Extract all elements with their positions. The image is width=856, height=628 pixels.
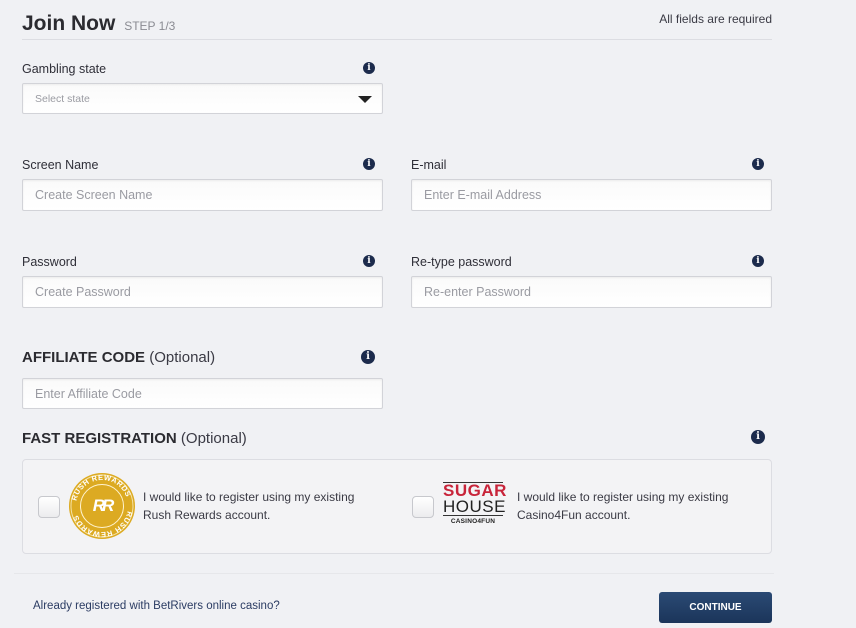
email-label: E-mail: [411, 158, 447, 172]
caret-down-icon: [358, 96, 372, 103]
casino4fun-text: CASINO4FUN: [450, 518, 496, 525]
casino4fun-option-text[interactable]: I would like to register using my existi…: [517, 488, 728, 524]
password-label: Password: [22, 255, 77, 269]
info-icon[interactable]: i: [361, 350, 375, 364]
info-icon[interactable]: i: [752, 255, 764, 267]
house-text: HOUSE: [443, 497, 506, 516]
required-note: All fields are required: [659, 12, 772, 26]
gambling-state-select[interactable]: Select state: [22, 83, 383, 114]
info-icon[interactable]: i: [363, 62, 375, 74]
option-text-line: Rush Rewards account.: [143, 508, 271, 522]
info-icon[interactable]: i: [363, 255, 375, 267]
info-icon[interactable]: i: [752, 158, 764, 170]
info-icon[interactable]: i: [363, 158, 375, 170]
already-registered-link[interactable]: Already registered with BetRivers online…: [33, 600, 280, 612]
rush-rewards-logo: RUSH REWARDS RUSH REWARDS RR: [69, 473, 135, 539]
affiliate-code-title: AFFILIATE CODE: [22, 349, 146, 366]
fast-registration-label: FAST REGISTRATION (Optional): [22, 430, 247, 447]
continue-button[interactable]: CONTINUE: [659, 592, 772, 623]
sugarhouse-logo: SUGAR HOUSE CASINO4FUN: [443, 482, 506, 525]
rush-rewards-monogram: RR: [80, 484, 124, 528]
casino4fun-checkbox[interactable]: [412, 496, 434, 518]
title-text: Join Now: [22, 12, 116, 35]
screen-name-input[interactable]: [22, 179, 383, 211]
option-text-line: I would like to register using my existi…: [143, 490, 355, 504]
option-text-line: Casino4Fun account.: [517, 508, 631, 522]
step-indicator: STEP 1/3: [124, 19, 176, 33]
fast-registration-title: FAST REGISTRATION: [22, 430, 177, 447]
fast-registration-box: RUSH REWARDS RUSH REWARDS RR I would lik…: [22, 459, 772, 554]
rush-rewards-option-text[interactable]: I would like to register using my existi…: [143, 488, 354, 524]
screen-name-label: Screen Name: [22, 158, 99, 172]
optional-tag: (Optional): [149, 349, 216, 366]
optional-tag: (Optional): [180, 430, 247, 447]
gambling-state-label: Gambling state: [22, 62, 107, 76]
affiliate-code-input[interactable]: [22, 378, 383, 409]
email-input[interactable]: [411, 179, 772, 211]
retype-password-label: Re-type password: [411, 255, 512, 269]
page-title: Join Now STEP 1/3: [22, 12, 175, 36]
select-value: Select state: [35, 93, 90, 105]
form-header: Join Now STEP 1/3 All fields are require…: [22, 10, 772, 40]
option-text-line: I would like to register using my existi…: [517, 490, 729, 504]
rush-rewards-checkbox[interactable]: [38, 496, 60, 518]
footer-divider: [14, 573, 774, 574]
info-icon[interactable]: i: [751, 430, 765, 444]
affiliate-code-label: AFFILIATE CODE (Optional): [22, 349, 215, 366]
password-input[interactable]: [22, 276, 383, 308]
retype-password-input[interactable]: [411, 276, 772, 308]
